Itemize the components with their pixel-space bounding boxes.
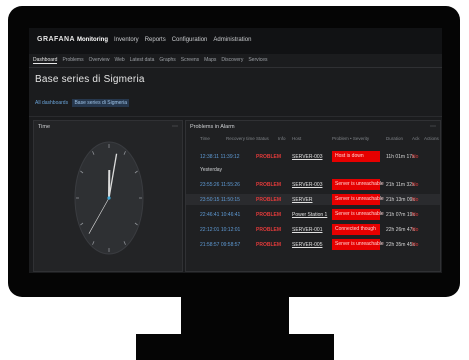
problem-severity-cell[interactable]: Server is unreachable (332, 179, 384, 190)
ack-link[interactable]: No (412, 212, 418, 218)
problem-severity-cell[interactable]: Connected though (332, 224, 380, 235)
column-header[interactable]: Duration (386, 136, 403, 141)
sub-menu-item[interactable]: Dashboard (33, 57, 58, 64)
problems-table-header: Time Recovery time Status Info Host Problem •… (186, 135, 440, 143)
top-navigation: GRAFANA Monitoring Inventory Reports Config… (29, 28, 442, 55)
problems-widget-title: Problems in Alarm (190, 124, 235, 130)
app-logo[interactable]: GRAFANA (37, 36, 75, 43)
table-row[interactable]: 21:58:57 09:58:57 PROBLEM SERVER-005 Server… (186, 239, 440, 250)
column-header[interactable]: Time (200, 136, 210, 141)
ack-link[interactable]: No (412, 242, 418, 248)
ack-link[interactable]: No (412, 227, 418, 233)
problem-status: PROBLEM (256, 182, 281, 188)
problem-status: PROBLEM (256, 197, 281, 203)
problem-duration: 21h 13m 09s (386, 197, 415, 203)
monitor-screen: GRAFANA Monitoring Inventory Reports Config… (29, 28, 442, 273)
problem-time-link[interactable]: 22:12:01 10:12:01 (200, 227, 240, 233)
sub-menu: Dashboard Problems Overview Web Latest data G… (33, 57, 273, 64)
problem-duration: 21h 07m 19s (386, 212, 415, 218)
host-link[interactable]: SERVER-005 (292, 242, 322, 248)
monitor-foot (136, 334, 334, 360)
monitor-neck (181, 296, 289, 337)
column-header[interactable]: Problem • Severity (332, 136, 369, 141)
problem-severity-cell[interactable]: Host is down (332, 151, 380, 162)
column-header[interactable]: Info (278, 136, 286, 141)
sub-menu-item[interactable]: Problems (62, 57, 83, 63)
problem-time-link[interactable]: 23:50:15 11:50:15 (200, 197, 240, 203)
content-divider (29, 116, 442, 117)
host-link[interactable]: SERVER-001 (292, 227, 322, 233)
ack-link[interactable]: No (412, 154, 418, 160)
widget-menu-icon[interactable]: ⋯ (430, 123, 436, 130)
sub-menu-item[interactable]: Services (248, 57, 267, 63)
main-menu-item[interactable]: Administration (213, 37, 251, 43)
sub-menu-item[interactable]: Discovery (221, 57, 243, 63)
page-title: Base series di Sigmeria (35, 74, 145, 85)
column-header[interactable]: Host (292, 136, 301, 141)
widget-menu-icon[interactable]: ⋯ (172, 123, 178, 130)
table-row[interactable]: 23:55:26 11:55:26 PROBLEM SERVER-003 Server… (186, 179, 440, 190)
breadcrumb-all-dashboards[interactable]: All dashboards (35, 100, 68, 106)
main-menu: Monitoring Inventory Reports Configuration A… (77, 37, 257, 43)
problem-status: PROBLEM (256, 227, 281, 233)
main-menu-item[interactable]: Configuration (172, 37, 208, 43)
column-header[interactable]: Ack (412, 136, 420, 141)
problem-severity-cell[interactable]: Server is unreachable (332, 209, 384, 220)
sub-navigation: Dashboard Problems Overview Web Latest data G… (29, 54, 442, 68)
problem-time-link[interactable]: 22:46:41 10:46:41 (200, 212, 240, 218)
host-link[interactable]: SERVER (292, 197, 312, 203)
problem-status: PROBLEM (256, 242, 281, 248)
date-group-label: Yesterday (200, 167, 223, 173)
problem-duration: 22h 26m 47s (386, 227, 415, 233)
problem-time-link[interactable]: 21:58:57 09:58:57 (200, 242, 240, 248)
ack-link[interactable]: No (412, 182, 418, 188)
clock-widget-title: Time (38, 124, 51, 130)
column-header[interactable]: Recovery time (226, 136, 255, 141)
main-menu-item[interactable]: Monitoring (77, 37, 108, 43)
problem-status: PROBLEM (256, 212, 281, 218)
dashboard-breadcrumb: All dashboards Base series di Sigmeria (35, 99, 132, 110)
problem-time-link[interactable]: 23:55:26 11:55:26 (200, 182, 240, 188)
sub-menu-item[interactable]: Graphs (159, 57, 175, 63)
host-link[interactable]: Power Station 1 (292, 212, 327, 218)
sub-menu-item[interactable]: Latest data (130, 57, 155, 63)
problem-duration: 22h 35m 45s (386, 242, 415, 248)
problem-duration: 21h 11m 32s (386, 182, 415, 188)
main-menu-item[interactable]: Inventory (114, 37, 139, 43)
ack-link[interactable]: No (412, 197, 418, 203)
problem-status: PROBLEM (256, 154, 281, 160)
problem-severity-cell[interactable]: Server is unreachable (332, 194, 384, 205)
problem-time-link[interactable]: 12:38:11 11:39:12 (200, 154, 240, 160)
table-row[interactable]: 23:50:15 11:50:15 PROBLEM SERVER Server is … (186, 194, 440, 205)
sub-menu-item[interactable]: Screens (181, 57, 199, 63)
problems-widget: Problems in Alarm ⋯ Time Recovery time Sta… (185, 120, 441, 272)
breadcrumb-current-dashboard[interactable]: Base series di Sigmeria (72, 99, 129, 107)
problem-duration: 11h 01m 17s (386, 154, 415, 160)
column-header[interactable]: Status (256, 136, 269, 141)
table-row[interactable]: 12:38:11 11:39:12 PROBLEM SERVER-003 Host i… (186, 151, 440, 162)
host-link[interactable]: SERVER-003 (292, 182, 322, 188)
sub-menu-item[interactable]: Overview (89, 57, 110, 63)
host-link[interactable]: SERVER-003 (292, 154, 322, 160)
sub-menu-item[interactable]: Web (114, 57, 124, 63)
sub-menu-item[interactable]: Maps (204, 57, 216, 63)
analog-clock (74, 141, 144, 255)
table-row[interactable]: 22:12:01 10:12:01 PROBLEM SERVER-001 Connec… (186, 224, 440, 235)
problem-severity-cell[interactable]: Server is unreachable (332, 239, 384, 250)
clock-center-dot (107, 196, 111, 200)
column-header[interactable]: Actions (424, 136, 439, 141)
clock-widget: Time ⋯ (33, 120, 183, 272)
logo-text: GRAFANA (37, 36, 76, 43)
main-menu-item[interactable]: Reports (145, 37, 166, 43)
table-row[interactable]: 22:46:41 10:46:41 PROBLEM Power Station 1 S… (186, 209, 440, 220)
